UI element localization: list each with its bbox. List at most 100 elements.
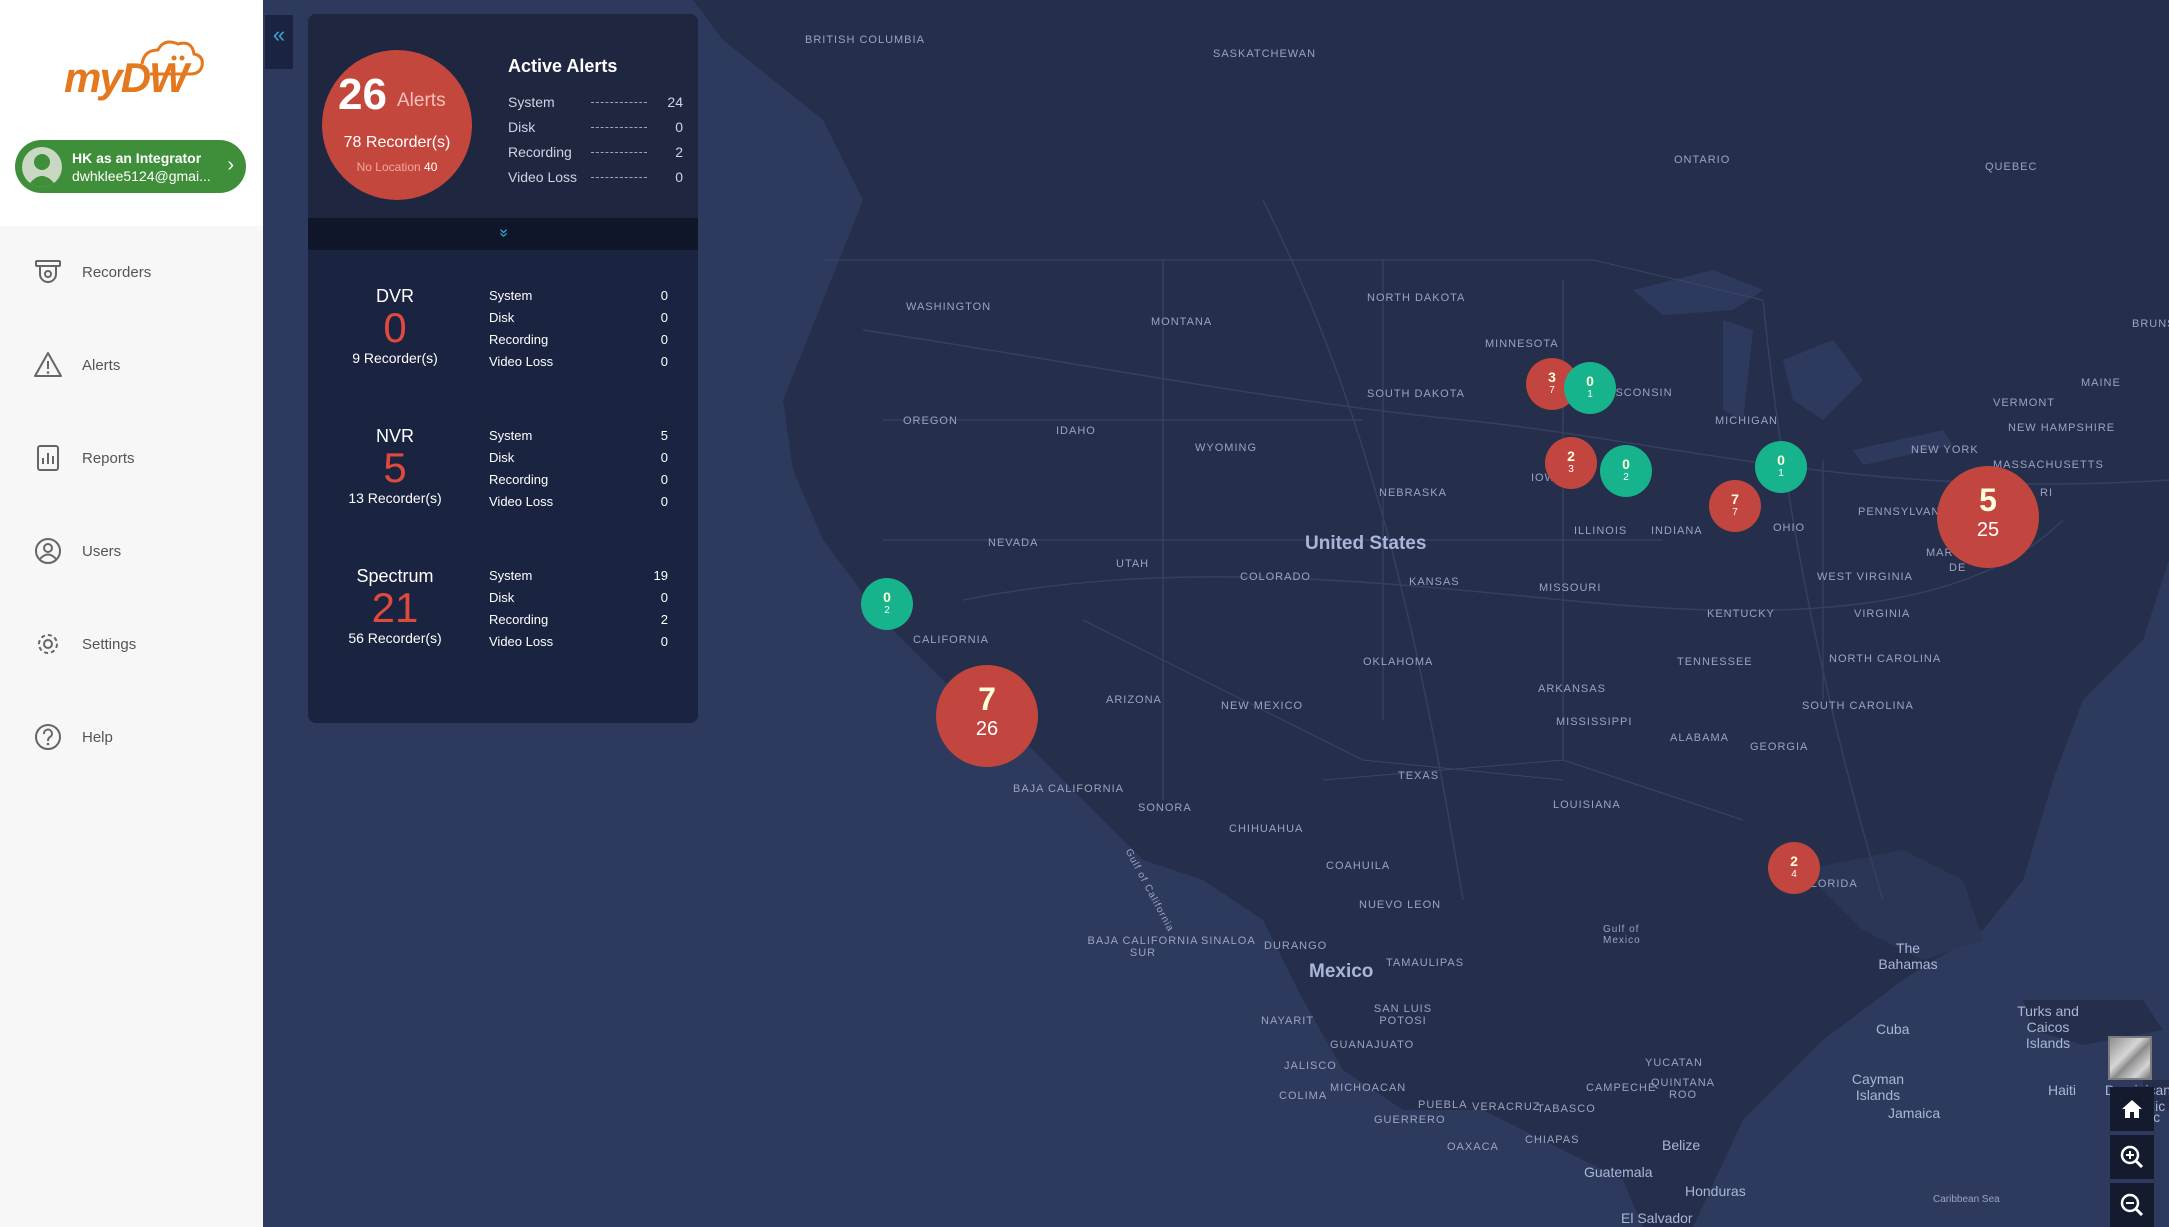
chevron-right-icon: › [227, 154, 234, 176]
map-label-kentucky: KENTUCKY [1707, 608, 1775, 620]
user-avatar-icon [27, 154, 57, 187]
sidebar-item-settings[interactable]: Settings [0, 614, 263, 674]
map-label-oaxaca: OAXACA [1447, 1141, 1499, 1153]
map-label-the-bahamas: The Bahamas [1878, 940, 1938, 972]
group-row-value: 0 [660, 354, 668, 369]
map-label-south-carolina: SOUTH CAROLINA [1802, 700, 1914, 712]
map-label-yucatan: YUCATAN [1645, 1057, 1703, 1069]
map-label-north-carolina: NORTH CAROLINA [1829, 653, 1942, 665]
double-chevron-left-icon: « [272, 22, 286, 47]
summary-row-value: 2 [675, 144, 683, 160]
group-row-label: Video Loss [489, 634, 554, 649]
alerts-summary-circle[interactable]: 26 Alerts 78 Recorder(s) No Location 40 [322, 50, 472, 200]
map-label-minnesota: MINNESOTA [1485, 338, 1559, 350]
map-label-maine: MAINE [2081, 377, 2121, 389]
user-profile-button[interactable]: HK as an Integrator dwhklee5124@gmai... … [15, 140, 246, 193]
dotted-leader [591, 102, 647, 103]
sidebar-item-users[interactable]: Users [0, 521, 263, 581]
group-row-value: 0 [660, 494, 668, 509]
group-row-value: 0 [660, 590, 668, 605]
map-label-campeche: CAMPECHE [1586, 1082, 1657, 1094]
map-label-united-states: United States [1305, 533, 1427, 554]
map-label-quebec: QUEBEC [1985, 161, 2038, 173]
map-label-quintana-roo: QUINTANA ROO [1650, 1077, 1716, 1101]
map-label-baja-california-sur: BAJA CALIFORNIA SUR [1087, 935, 1199, 959]
map-label-durango: DURANGO [1264, 940, 1328, 952]
sidebar-item-reports[interactable]: Reports [0, 428, 263, 488]
map-cluster-marker[interactable]: 2 4 [1768, 842, 1820, 894]
sidebar-item-label: Reports [82, 449, 135, 467]
group-row-label: Disk [489, 450, 515, 465]
sidebar-item-help[interactable]: Help [0, 707, 263, 767]
recorder-group-nvr[interactable]: NVR 5 13 Recorder(s) System 5 Disk 0 Recor… [308, 426, 698, 556]
no-location[interactable]: No Location 40 [322, 160, 472, 174]
no-location-label: No Location [356, 160, 421, 174]
user-email: dwhklee5124@gmai... [72, 168, 211, 184]
map-label-el-salvador: El Salvador [1621, 1210, 1693, 1226]
sidebar-item-label: Alerts [82, 356, 121, 374]
active-alerts-title: Active Alerts [508, 56, 618, 76]
map-label-honduras: Honduras [1685, 1183, 1746, 1199]
group-row-label: System [489, 568, 533, 583]
user-name: HK as an Integrator [72, 150, 202, 166]
map-cluster-marker[interactable]: 0 1 [1564, 362, 1616, 414]
expand-alerts-button[interactable]: » [308, 218, 698, 250]
map-label-missouri: MISSOURI [1539, 582, 1602, 594]
group-row-label: Recording [489, 472, 549, 487]
map-label-illinois: ILLINOIS [1574, 525, 1628, 537]
map-label-baja-california: BAJA CALIFORNIA [1013, 783, 1124, 795]
map-label-louisiana: LOUISIANA [1553, 799, 1621, 811]
group-row-label: Video Loss [489, 354, 554, 369]
map-label-oregon: OREGON [903, 415, 958, 427]
summary-row-label: Disk [508, 119, 536, 135]
sidebar-item-alerts[interactable]: Alerts [0, 335, 263, 395]
map-label-idaho: IDAHO [1056, 425, 1096, 437]
basemap-toggle-button[interactable] [2108, 1036, 2152, 1080]
summary-row-value: 0 [675, 119, 683, 135]
map-cluster-marker[interactable]: 7 26 [936, 665, 1038, 767]
recorder-group-spectrum[interactable]: Spectrum 21 56 Recorder(s) System 19 Disk… [308, 566, 698, 696]
map-label-chiapas: CHIAPAS [1525, 1134, 1580, 1146]
map-label-texas: TEXAS [1398, 770, 1440, 782]
zoom-out-icon [2120, 1193, 2144, 1217]
map-label-tamaulipas: TAMAULIPAS [1386, 957, 1465, 969]
double-chevron-down-icon: » [495, 228, 512, 238]
no-location-count: 40 [424, 160, 438, 174]
zoom-out-button[interactable] [2110, 1183, 2154, 1227]
map-cluster-marker[interactable]: 7 7 [1709, 480, 1761, 532]
collapse-sidebar-button[interactable]: « [265, 15, 293, 69]
map-cluster-marker[interactable]: 0 1 [1755, 441, 1807, 493]
sidebar-item-label: Recorders [82, 263, 152, 281]
map-label-gulf-of-mexico: Gulf of Mexico [1603, 924, 1641, 946]
map-cluster-marker[interactable]: 5 25 [1937, 466, 2039, 568]
map-label-cuba: Cuba [1876, 1021, 1910, 1037]
map-label-haiti: Haiti [2048, 1082, 2077, 1098]
map-label-kansas: KANSAS [1409, 576, 1460, 588]
map-cluster-marker[interactable]: 0 2 [861, 578, 913, 630]
map-label-washington: WASHINGTON [906, 301, 992, 313]
map-cluster-marker[interactable]: 2 3 [1545, 437, 1597, 489]
map-label-colima: COLIMA [1279, 1090, 1328, 1102]
map-label-chihuahua: CHIHUAHUA [1229, 823, 1304, 835]
summary-row-label: Recording [508, 144, 572, 160]
map-label-south-dakota: SOUTH DAKOTA [1367, 388, 1465, 400]
group-alert-count: 0 [383, 304, 407, 351]
group-row-label: System [489, 428, 533, 443]
sidebar-item-recorders[interactable]: Recorders [0, 242, 263, 302]
sidebar-header: myDW HK as an Integrator dwhklee5124@gma… [0, 0, 263, 226]
app-logo[interactable]: myDW [64, 34, 204, 104]
map-label-california: CALIFORNIA [913, 634, 990, 646]
map-label-ontario: ONTARIO [1674, 154, 1731, 166]
group-row-value: 5 [660, 428, 668, 443]
summary-row-label: Video Loss [508, 169, 578, 185]
group-alert-count: 5 [383, 444, 407, 491]
summary-row-value: 0 [675, 169, 683, 185]
map-label-georgia: GEORGIA [1750, 741, 1809, 753]
map-label-utah: UTAH [1116, 558, 1150, 570]
group-recorders: 9 Recorder(s) [352, 350, 438, 366]
map-label-saskatchewan: SASKATCHEWAN [1213, 48, 1317, 60]
home-button[interactable] [2110, 1087, 2154, 1131]
recorder-group-dvr[interactable]: DVR 0 9 Recorder(s) System 0 Disk 0 Record… [308, 286, 698, 416]
map-cluster-marker[interactable]: 0 2 [1600, 445, 1652, 497]
zoom-in-button[interactable] [2110, 1135, 2154, 1179]
